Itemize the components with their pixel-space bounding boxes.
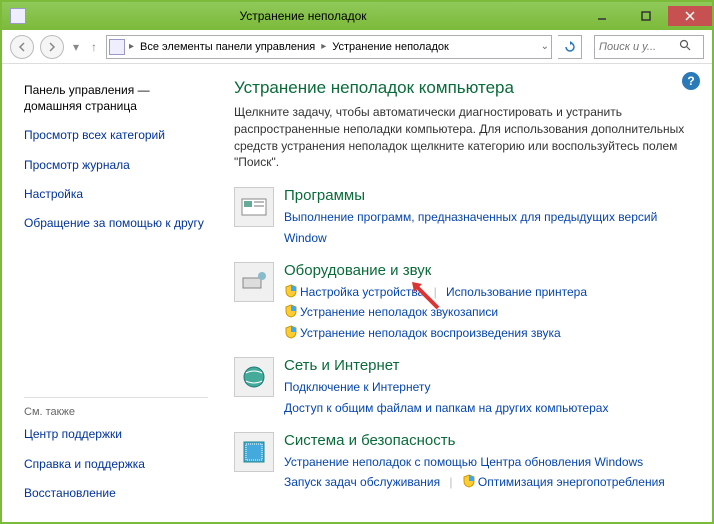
refresh-button[interactable] (558, 35, 582, 59)
category-network: Сеть и Интернет Подключение к Интернету … (234, 357, 698, 418)
sidebar-link-recovery[interactable]: Восстановление (24, 485, 208, 501)
sidebar-link-help-support[interactable]: Справка и поддержка (24, 456, 208, 472)
category-programs: Программы Выполнение программ, предназна… (234, 187, 698, 248)
shield-icon (284, 284, 298, 298)
close-button[interactable] (668, 6, 712, 26)
maximize-button[interactable] (624, 6, 668, 26)
troubleshoot-link-printer[interactable]: Использование принтера (446, 285, 587, 299)
troubleshoot-link-playback[interactable]: Устранение неполадок воспроизведения зву… (300, 326, 561, 340)
sidebar: Панель управления — домашняя страница Пр… (2, 64, 216, 522)
content-area: Панель управления — домашняя страница Пр… (2, 64, 712, 522)
location-icon (109, 39, 125, 55)
category-title[interactable]: Программы (284, 187, 698, 204)
window-title: Устранение неполадок (26, 9, 580, 23)
chevron-right-icon[interactable]: ▸ (321, 41, 326, 52)
sidebar-link-history[interactable]: Просмотр журнала (24, 157, 208, 173)
category-title[interactable]: Оборудование и звук (284, 262, 698, 279)
system-icon (234, 432, 274, 472)
up-button[interactable]: ↑ (88, 40, 100, 54)
troubleshoot-link-shared-files[interactable]: Доступ к общим файлам и папкам на других… (284, 401, 608, 415)
troubleshoot-link-windows-update[interactable]: Устранение неполадок с помощью Центра об… (284, 455, 643, 469)
troubleshoot-link-power[interactable]: Оптимизация энергопотребления (478, 475, 665, 489)
troubleshoot-link-maintenance[interactable]: Запуск задач обслуживания (284, 475, 440, 489)
sidebar-link-settings[interactable]: Настройка (24, 186, 208, 202)
programs-icon (234, 187, 274, 227)
breadcrumb-item[interactable]: Устранение неполадок (330, 41, 451, 53)
troubleshoot-link-recording[interactable]: Устранение неполадок звукозаписи (300, 305, 498, 319)
category-system: Система и безопасность Устранение непола… (234, 432, 698, 493)
sidebar-heading[interactable]: Панель управления — домашняя страница (24, 82, 208, 114)
search-input[interactable] (599, 41, 679, 53)
network-icon (234, 357, 274, 397)
history-dropdown-icon[interactable]: ▾ (70, 40, 82, 54)
app-icon (10, 8, 26, 24)
minimize-button[interactable] (580, 6, 624, 26)
chevron-down-icon[interactable]: ⌄ (541, 41, 549, 52)
sidebar-link-help-friend[interactable]: Обращение за помощью к другу (24, 215, 208, 231)
back-button[interactable] (10, 35, 34, 59)
divider (24, 397, 208, 398)
search-icon[interactable] (679, 39, 691, 54)
see-also-title: См. также (24, 406, 208, 418)
help-icon[interactable]: ? (682, 72, 700, 90)
chevron-right-icon[interactable]: ▸ (129, 41, 134, 52)
troubleshoot-link-configure-device[interactable]: Настройка устройства (300, 285, 424, 299)
troubleshoot-link-internet[interactable]: Подключение к Интернету (284, 380, 431, 394)
page-title: Устранение неполадок компьютера (234, 78, 698, 98)
shield-icon (284, 304, 298, 318)
category-title[interactable]: Система и безопасность (284, 432, 698, 449)
page-description: Щелкните задачу, чтобы автоматически диа… (234, 104, 698, 171)
breadcrumb-item[interactable]: Все элементы панели управления (138, 41, 317, 53)
breadcrumb[interactable]: ▸ Все элементы панели управления ▸ Устра… (106, 35, 552, 59)
shield-icon (462, 474, 476, 488)
navbar: ▾ ↑ ▸ Все элементы панели управления ▸ У… (2, 30, 712, 64)
main-panel: ? Устранение неполадок компьютера Щелкни… (216, 64, 712, 522)
titlebar: Устранение неполадок (2, 2, 712, 30)
category-hardware: Оборудование и звук Настройка устройства… (234, 262, 698, 343)
sidebar-link-action-center[interactable]: Центр поддержки (24, 426, 208, 442)
shield-icon (284, 325, 298, 339)
search-box[interactable] (594, 35, 704, 59)
window-buttons (580, 6, 712, 26)
sidebar-link-all-categories[interactable]: Просмотр всех категорий (24, 127, 208, 143)
hardware-icon (234, 262, 274, 302)
category-title[interactable]: Сеть и Интернет (284, 357, 698, 374)
forward-button[interactable] (40, 35, 64, 59)
troubleshoot-link[interactable]: Выполнение программ, предназначенных для… (284, 210, 657, 244)
